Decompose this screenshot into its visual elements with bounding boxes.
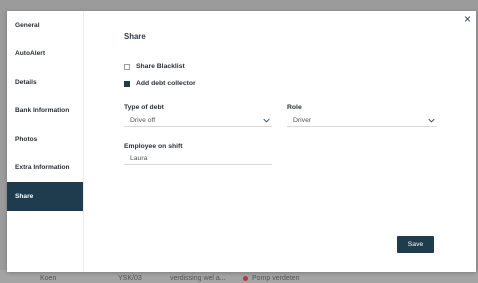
role-select[interactable]: Driver [287, 114, 437, 127]
add-debt-collector-label: Add debt collector [136, 80, 196, 87]
chevron-down-icon [428, 118, 435, 123]
page-title: Share [124, 32, 146, 41]
employee-on-shift-input[interactable]: Laura [124, 152, 272, 165]
background-name: Koen [40, 275, 57, 282]
background-code: YSK/03 [118, 275, 142, 282]
dialog-sidebar: General AutoAlert Details Bank Informati… [7, 11, 84, 272]
share-panel: Share Share Blacklist Add debt collector… [83, 11, 476, 272]
status-dot-icon [243, 276, 248, 281]
sidebar-item-autoalert[interactable]: AutoAlert [7, 40, 83, 69]
type-of-debt-value: Drive off [130, 116, 156, 124]
sidebar-item-bank-information[interactable]: Bank Information [7, 97, 83, 126]
share-blacklist-checkbox[interactable]: Share Blacklist [124, 63, 185, 70]
checkbox-checked-icon[interactable] [124, 80, 130, 87]
employee-on-shift-label: Employee on shift [124, 143, 183, 150]
type-of-debt-label: Type of debt [124, 104, 164, 111]
employee-on-shift-value: Laura [130, 154, 148, 162]
save-button[interactable]: Save [397, 236, 434, 253]
type-of-debt-select[interactable]: Drive off [124, 114, 272, 127]
sidebar-item-general[interactable]: General [7, 11, 83, 40]
role-label: Role [287, 104, 302, 111]
share-blacklist-label: Share Blacklist [136, 63, 185, 70]
role-value: Driver [293, 116, 312, 124]
background-text: verdissing wel a... [170, 275, 226, 282]
background-action: Pomp verdeten [252, 275, 300, 282]
sidebar-item-photos[interactable]: Photos [7, 125, 83, 154]
sidebar-item-details[interactable]: Details [7, 68, 83, 97]
chevron-down-icon [263, 118, 270, 123]
add-debt-collector-checkbox[interactable]: Add debt collector [124, 80, 196, 87]
sidebar-item-extra-information[interactable]: Extra Information [7, 154, 83, 183]
checkbox-unchecked-icon[interactable] [124, 63, 130, 70]
sidebar-item-share[interactable]: Share [7, 182, 83, 211]
share-dialog: × General AutoAlert Details Bank Informa… [7, 11, 476, 272]
